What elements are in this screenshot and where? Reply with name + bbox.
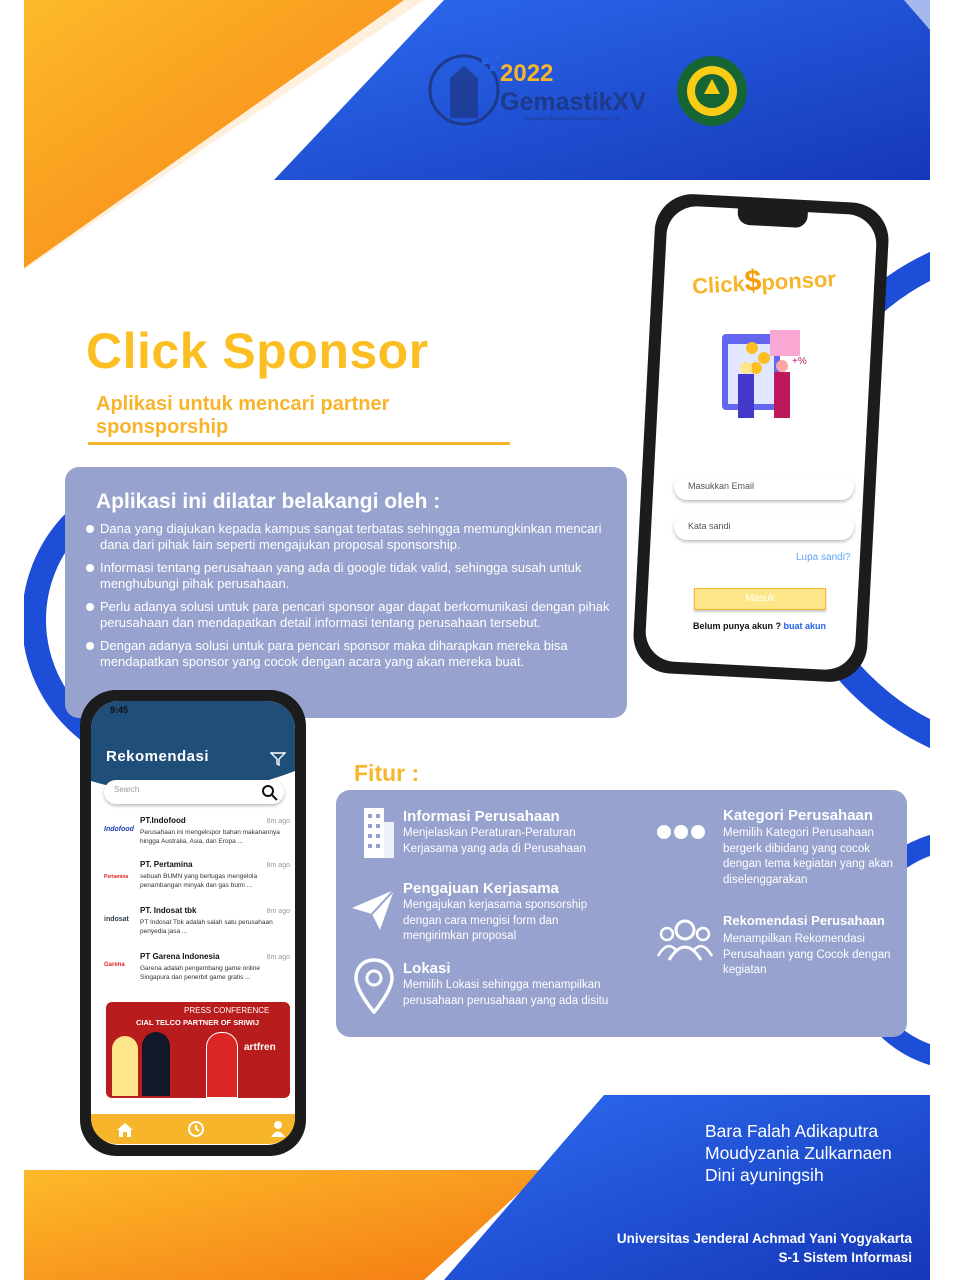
company-desc: sebuah BUMN yang bertugas mengelola pena… xyxy=(140,873,258,889)
send-icon xyxy=(350,888,396,932)
poster-title: Click Sponsor xyxy=(86,323,429,379)
author-name: Dini ayuningsih xyxy=(705,1165,824,1185)
event-year: 2022 xyxy=(500,60,554,87)
author-name: Moudyzania Zulkarnaen xyxy=(705,1143,892,1163)
history-icon[interactable] xyxy=(187,1120,205,1138)
email-input[interactable]: Masukkan Email xyxy=(674,474,854,500)
event-tagline: Pagelaran Mahasiswa Nasional Bidang TIK xyxy=(524,116,621,122)
company-name: PT. Indosat tbk xyxy=(140,906,197,915)
feature-desc: Menampilkan Rekomendasi Perusahaan yang … xyxy=(723,933,891,976)
company-desc: Garena adalah pengembang game online Sin… xyxy=(140,965,260,981)
more-dots-icon xyxy=(656,824,706,840)
create-account-link[interactable]: buat akun xyxy=(784,621,827,631)
banner-person xyxy=(112,1036,138,1096)
company-desc: PT Indosat Tbk adalah salah satu perusah… xyxy=(140,919,273,935)
item-time: 8m ago xyxy=(266,908,290,915)
feature-title: Pengajuan Kerjasama xyxy=(403,880,559,897)
news-banner[interactable]: PRESS CONFERENCE CIAL TELCO PARTNER OF S… xyxy=(106,1002,290,1098)
feature-desc: Memilih Kategori Perusahaan bergerk dibi… xyxy=(723,827,894,886)
login-button[interactable]: Masuk xyxy=(694,588,826,610)
home-icon[interactable] xyxy=(116,1122,134,1138)
list-item[interactable]: Garena PT Garena Indonesia 8m ago Garena… xyxy=(102,952,292,994)
banner-person xyxy=(142,1032,170,1096)
university-seal xyxy=(675,54,749,128)
svg-text:+%: +% xyxy=(792,356,807,367)
feature-desc: Mengajukan kerjasama sponsorship dengan … xyxy=(403,899,588,942)
feature-desc: Menjelaskan Peraturan-Peraturan Kerjasam… xyxy=(403,827,586,855)
study-program: S-1 Sistem Informasi xyxy=(778,1250,912,1265)
company-logo: Indofood xyxy=(104,826,134,833)
signup-prompt: Belum punya akun ? buat akun xyxy=(693,621,827,631)
list-item[interactable]: Pertamina PT. Pertamina 8m ago sebuah BU… xyxy=(102,860,292,902)
banner-subhead: CIAL TELCO PARTNER OF SRIWIJ xyxy=(136,1018,260,1027)
features-heading: Fitur : xyxy=(354,760,420,786)
poster-subtitle: Aplikasi untuk mencari partner sponspors… xyxy=(96,393,390,438)
status-time: 9:45 xyxy=(110,705,129,715)
author-name: Bara Falah Adikaputra xyxy=(705,1121,879,1141)
banner-brand: artfren xyxy=(244,1042,276,1053)
company-name: PT Garena Indonesia xyxy=(140,952,220,961)
background-point: Informasi tentang perusahaan yang ada di… xyxy=(86,560,616,592)
search-input[interactable]: Search xyxy=(104,780,284,804)
feature-title: Informasi Perusahaan xyxy=(403,808,560,825)
sponsorship-illustration: +% xyxy=(712,324,820,428)
location-icon xyxy=(354,958,394,1015)
university-name: Universitas Jenderal Achmad Yani Yogyaka… xyxy=(616,1231,912,1246)
list-item[interactable]: indosat PT. Indosat tbk 8m ago PT Indosa… xyxy=(102,906,292,948)
feature-desc: Memilih Lokasi sehingga menampilkan peru… xyxy=(403,979,609,1007)
company-logo: Pertamina xyxy=(104,874,129,880)
feature-title: Kategori Perusahaan xyxy=(723,807,874,824)
profile-icon[interactable] xyxy=(270,1120,286,1138)
reco-title: Rekomendasi xyxy=(106,748,210,765)
authors: Bara Falah Adikaputra Moudyzania Zulkarn… xyxy=(705,1120,892,1186)
feature-title: Rekomendasi Perusahaan xyxy=(723,913,885,928)
event-name: GemastikXV xyxy=(500,88,646,116)
background-heading: Aplikasi ini dilatar belakangi oleh : xyxy=(96,490,441,513)
item-time: 8m ago xyxy=(266,818,290,825)
company-name: PT.Indofood xyxy=(140,816,186,825)
phone-notch xyxy=(737,206,808,229)
password-input[interactable]: Kata sandi xyxy=(674,514,854,540)
forgot-password-link[interactable]: Lupa sandi? xyxy=(796,552,851,563)
item-time: 8m ago xyxy=(266,862,290,869)
company-name: PT. Pertamina xyxy=(140,860,193,869)
list-item[interactable]: Indofood PT.Indofood 8m ago Perusahaan i… xyxy=(102,816,292,858)
background-list: Dana yang diajukan kepada kampus sangat … xyxy=(86,521,616,677)
background-point: Perlu adanya solusi untuk para pencari s… xyxy=(86,599,616,631)
company-desc: Perusahaan ini mengekspor bahan makanann… xyxy=(140,829,280,845)
title-underline xyxy=(88,442,510,445)
item-time: 8m ago xyxy=(266,954,290,961)
company-logo: indosat xyxy=(104,916,129,923)
feature-title: Lokasi xyxy=(403,960,451,977)
banner-person xyxy=(206,1032,238,1098)
banner-headline: PRESS CONFERENCE xyxy=(184,1006,270,1015)
university-info: Universitas Jenderal Achmad Yani Yogyaka… xyxy=(617,1229,912,1267)
company-logo: Garena xyxy=(104,962,125,968)
background-point: Dana yang diajukan kepada kampus sangat … xyxy=(86,521,616,553)
users-icon xyxy=(656,918,714,962)
background-point: Dengan adanya solusi untuk para pencari … xyxy=(86,638,616,670)
search-icon[interactable] xyxy=(262,785,278,801)
filter-icon[interactable] xyxy=(269,752,287,767)
building-icon xyxy=(360,802,396,860)
